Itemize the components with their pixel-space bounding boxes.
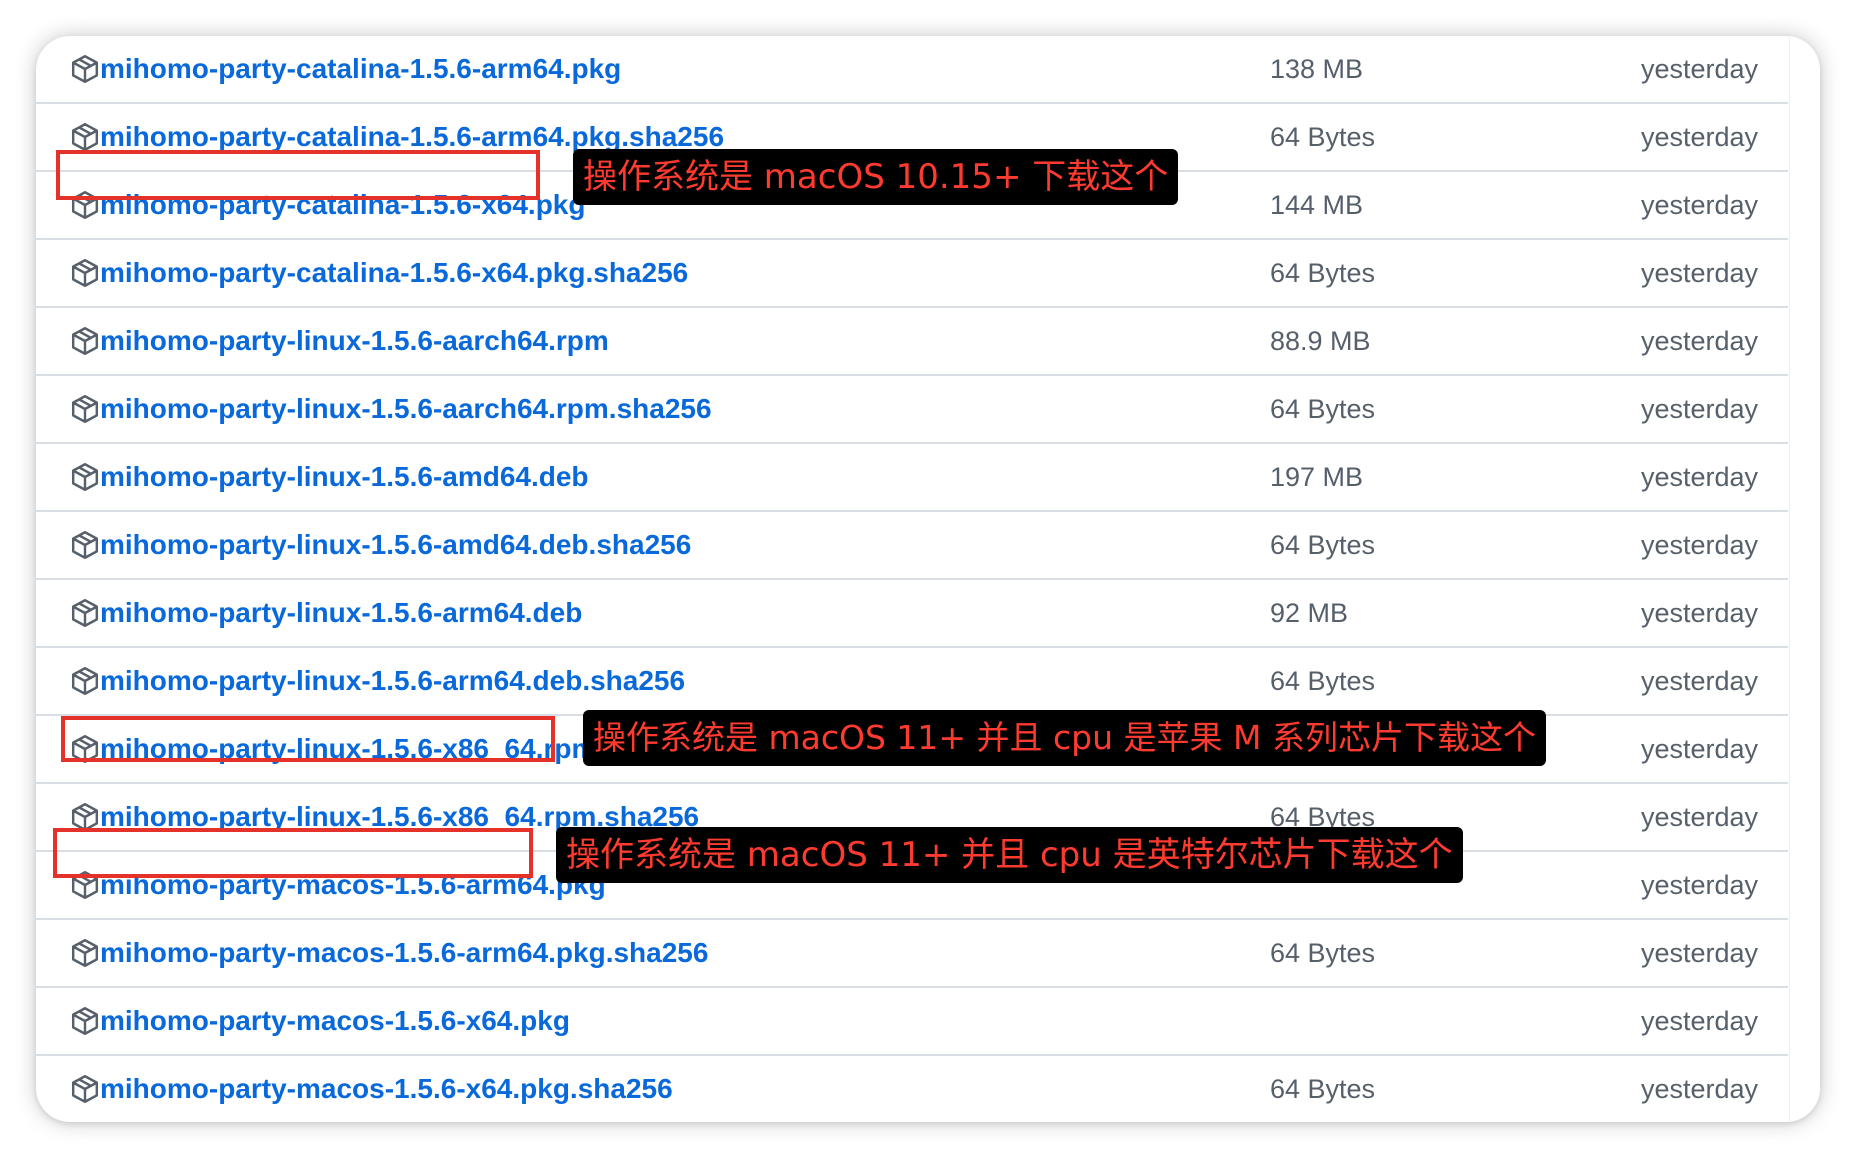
asset-link[interactable]: mihomo-party-catalina-1.5.6-x64.pkg.sha2… (100, 240, 688, 306)
package-icon (71, 1075, 99, 1103)
package-icon (71, 123, 99, 151)
asset-row: mihomo-party-catalina-1.5.6-x64.pkg.sha2… (36, 240, 1788, 308)
package-icon (71, 599, 99, 627)
asset-date: yesterday (1640, 190, 1758, 220)
annotation-macos-arm64: 操作系统是 macOS 11+ 并且 cpu 是苹果 M 系列芯片下载这个 (583, 710, 1546, 766)
asset-link[interactable]: mihomo-party-linux-1.5.6-arm64.deb.sha25… (100, 648, 685, 714)
asset-link[interactable]: mihomo-party-linux-1.5.6-aarch64.rpm.sha… (100, 376, 712, 442)
asset-row: mihomo-party-macos-1.5.6-x64.pkg yesterd… (36, 988, 1788, 1056)
asset-link[interactable]: mihomo-party-linux-1.5.6-aarch64.rpm (100, 308, 609, 374)
package-icon (71, 667, 99, 695)
asset-date: yesterday (1640, 598, 1758, 628)
asset-date: yesterday (1640, 802, 1758, 832)
asset-size: 144 MB (1270, 190, 1364, 220)
package-icon (71, 259, 99, 287)
asset-size: 64 Bytes (1270, 938, 1376, 968)
package-icon (71, 735, 99, 763)
package-icon (71, 1007, 99, 1035)
asset-link[interactable]: mihomo-party-macos-1.5.6-arm64.pkg (100, 852, 606, 918)
asset-link[interactable]: mihomo-party-linux-1.5.6-x86_64.rpm (100, 716, 596, 782)
package-icon (71, 55, 99, 83)
asset-date: yesterday (1640, 666, 1758, 696)
asset-date: yesterday (1640, 530, 1758, 560)
asset-size: 88.9 MB (1270, 326, 1371, 356)
package-icon (71, 395, 99, 423)
package-icon (71, 939, 99, 967)
asset-row: mihomo-party-linux-1.5.6-arm64.deb.sha25… (36, 648, 1788, 716)
asset-date: yesterday (1640, 122, 1758, 152)
asset-date: yesterday (1640, 462, 1758, 492)
package-icon (71, 803, 99, 831)
asset-size: 64 Bytes (1270, 666, 1376, 696)
annotation-catalina-x64: 操作系统是 macOS 10.15+ 下载这个 (573, 149, 1179, 205)
asset-size: 138 MB (1270, 54, 1364, 84)
package-icon (71, 191, 99, 219)
asset-row: mihomo-party-catalina-1.5.6-arm64.pkg 13… (36, 36, 1788, 104)
scrollbar-track[interactable] (1789, 36, 1820, 1122)
asset-row: mihomo-party-macos-1.5.6-arm64.pkg.sha25… (36, 920, 1788, 988)
asset-size: 64 Bytes (1270, 258, 1376, 288)
package-icon (71, 327, 99, 355)
asset-link[interactable]: mihomo-party-linux-1.5.6-amd64.deb (100, 444, 589, 510)
package-icon (71, 531, 99, 559)
asset-date: yesterday (1640, 1074, 1758, 1104)
asset-size: 92 MB (1270, 598, 1349, 628)
asset-size: 197 MB (1270, 462, 1364, 492)
asset-row: mihomo-party-linux-1.5.6-amd64.deb.sha25… (36, 512, 1788, 580)
asset-link[interactable]: mihomo-party-macos-1.5.6-x64.pkg (100, 988, 570, 1054)
asset-date: yesterday (1640, 734, 1758, 764)
release-assets-card: mihomo-party-catalina-1.5.6-arm64.pkg 13… (36, 36, 1820, 1122)
asset-row: mihomo-party-macos-1.5.6-x64.pkg.sha256 … (36, 1056, 1788, 1122)
asset-size: 64 Bytes (1270, 530, 1376, 560)
asset-size: 64 Bytes (1270, 122, 1376, 152)
asset-date: yesterday (1640, 54, 1758, 84)
asset-link[interactable]: mihomo-party-catalina-1.5.6-arm64.pkg (100, 36, 621, 102)
asset-link[interactable]: mihomo-party-linux-1.5.6-arm64.deb (100, 580, 582, 646)
asset-date: yesterday (1640, 938, 1758, 968)
asset-size: 64 Bytes (1270, 1074, 1376, 1104)
asset-link[interactable]: mihomo-party-macos-1.5.6-arm64.pkg.sha25… (100, 920, 708, 986)
annotation-macos-x64: 操作系统是 macOS 11+ 并且 cpu 是英特尔芯片下载这个 (556, 827, 1463, 883)
asset-size: 64 Bytes (1270, 394, 1376, 424)
asset-date: yesterday (1640, 326, 1758, 356)
asset-row: mihomo-party-linux-1.5.6-amd64.deb 197 M… (36, 444, 1788, 512)
asset-date: yesterday (1640, 870, 1758, 900)
asset-link[interactable]: mihomo-party-linux-1.5.6-amd64.deb.sha25… (100, 512, 691, 578)
asset-row: mihomo-party-linux-1.5.6-aarch64.rpm 88.… (36, 308, 1788, 376)
asset-date: yesterday (1640, 1006, 1758, 1036)
package-icon (71, 871, 99, 899)
asset-link[interactable]: mihomo-party-catalina-1.5.6-x64.pkg (100, 172, 585, 238)
package-icon (71, 463, 99, 491)
asset-link[interactable]: mihomo-party-macos-1.5.6-x64.pkg.sha256 (100, 1056, 673, 1122)
asset-row: mihomo-party-linux-1.5.6-aarch64.rpm.sha… (36, 376, 1788, 444)
asset-date: yesterday (1640, 394, 1758, 424)
asset-row: mihomo-party-linux-1.5.6-arm64.deb 92 MB… (36, 580, 1788, 648)
asset-date: yesterday (1640, 258, 1758, 288)
